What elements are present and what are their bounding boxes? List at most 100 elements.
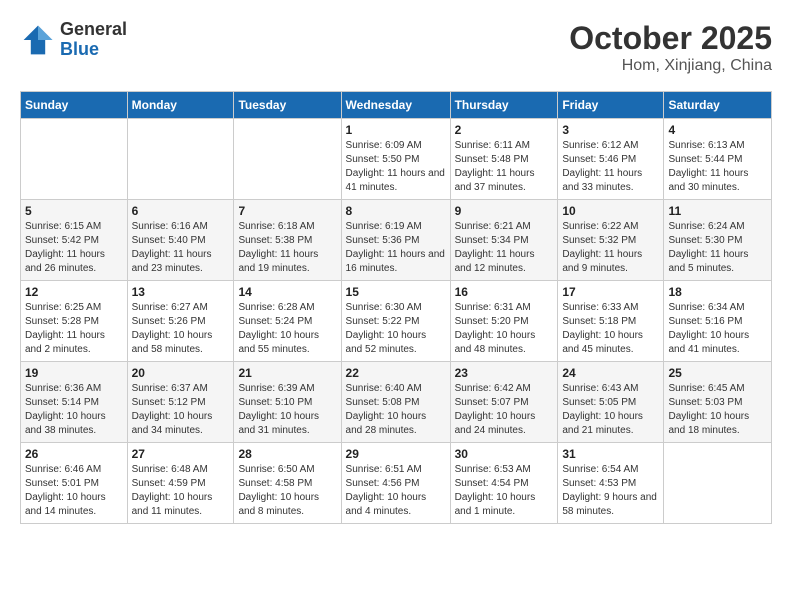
day-info: Sunrise: 6:18 AM Sunset: 5:38 PM Dayligh… [238,220,336,276]
logo-general-text: General [60,20,127,40]
day-info: Sunrise: 6:31 AM Sunset: 5:20 PM Dayligh… [455,301,554,357]
day-number: 13 [132,285,230,299]
calendar-cell: 6 Sunrise: 6:16 AM Sunset: 5:40 PM Daylig… [127,200,234,281]
day-number: 23 [455,366,554,380]
weekday-header-row: SundayMondayTuesdayWednesdayThursdayFrid… [21,92,772,119]
calendar-cell: 11 Sunrise: 6:24 AM Sunset: 5:30 PM Dayli… [664,200,772,281]
calendar-cell: 8 Sunrise: 6:19 AM Sunset: 5:36 PM Daylig… [341,200,450,281]
day-info: Sunrise: 6:37 AM Sunset: 5:12 PM Dayligh… [132,382,230,438]
calendar-cell: 20 Sunrise: 6:37 AM Sunset: 5:12 PM Dayli… [127,362,234,443]
day-number: 5 [25,204,123,218]
day-info: Sunrise: 6:24 AM Sunset: 5:30 PM Dayligh… [668,220,767,276]
calendar-cell [664,443,772,524]
day-number: 18 [668,285,767,299]
day-number: 1 [346,123,446,137]
weekday-header: Monday [127,92,234,119]
weekday-header: Tuesday [234,92,341,119]
calendar-cell: 12 Sunrise: 6:25 AM Sunset: 5:28 PM Dayli… [21,281,128,362]
calendar-cell: 2Sunrise: 6:11 AM Sunset: 5:48 PM Daylig… [450,119,558,200]
day-info: Sunrise: 6:48 AM Sunset: 4:59 PM Dayligh… [132,463,230,519]
day-info: Sunrise: 6:39 AM Sunset: 5:10 PM Dayligh… [238,382,336,438]
location-text: Hom, Xinjiang, China [569,57,772,75]
logo: General Blue [20,20,127,60]
calendar-cell: 25 Sunrise: 6:45 AM Sunset: 5:03 PM Dayli… [664,362,772,443]
weekday-header: Sunday [21,92,128,119]
weekday-header: Thursday [450,92,558,119]
logo-blue-text: Blue [60,40,127,60]
day-number: 31 [562,447,659,461]
calendar-cell: 15 Sunrise: 6:30 AM Sunset: 5:22 PM Dayli… [341,281,450,362]
calendar-cell: 18Sunrise: 6:34 AM Sunset: 5:16 PM Dayli… [664,281,772,362]
day-info: Sunrise: 6:22 AM Sunset: 5:32 PM Dayligh… [562,220,659,276]
calendar-cell [127,119,234,200]
day-info: Sunrise: 6:40 AM Sunset: 5:08 PM Dayligh… [346,382,446,438]
calendar-cell: 13 Sunrise: 6:27 AM Sunset: 5:26 PM Dayli… [127,281,234,362]
day-number: 7 [238,204,336,218]
calendar-cell: 10 Sunrise: 6:22 AM Sunset: 5:32 PM Dayli… [558,200,664,281]
day-info: Sunrise: 6:53 AM Sunset: 4:54 PM Dayligh… [455,463,554,519]
day-number: 27 [132,447,230,461]
weekday-header: Friday [558,92,664,119]
calendar-cell: 9 Sunrise: 6:21 AM Sunset: 5:34 PM Daylig… [450,200,558,281]
calendar-cell: 17 Sunrise: 6:33 AM Sunset: 5:18 PM Dayli… [558,281,664,362]
day-number: 19 [25,366,123,380]
day-number: 17 [562,285,659,299]
day-number: 11 [668,204,767,218]
page-header: General Blue October 2025 Hom, Xinjiang,… [20,20,772,75]
day-number: 14 [238,285,336,299]
day-info: Sunrise: 6:30 AM Sunset: 5:22 PM Dayligh… [346,301,446,357]
calendar-cell: 4Sunrise: 6:13 AM Sunset: 5:44 PM Daylig… [664,119,772,200]
day-number: 22 [346,366,446,380]
calendar-cell [234,119,341,200]
calendar-cell: 3Sunrise: 6:12 AM Sunset: 5:46 PM Daylig… [558,119,664,200]
day-number: 29 [346,447,446,461]
day-number: 12 [25,285,123,299]
calendar-cell: 14 Sunrise: 6:28 AM Sunset: 5:24 PM Dayli… [234,281,341,362]
calendar-cell: 16 Sunrise: 6:31 AM Sunset: 5:20 PM Dayli… [450,281,558,362]
calendar-table: SundayMondayTuesdayWednesdayThursdayFrid… [20,91,772,524]
day-info: Sunrise: 6:33 AM Sunset: 5:18 PM Dayligh… [562,301,659,357]
calendar-cell: 5 Sunrise: 6:15 AM Sunset: 5:42 PM Daylig… [21,200,128,281]
day-info: Sunrise: 6:25 AM Sunset: 5:28 PM Dayligh… [25,301,123,357]
calendar-cell: 30 Sunrise: 6:53 AM Sunset: 4:54 PM Dayli… [450,443,558,524]
calendar-cell: 28Sunrise: 6:50 AM Sunset: 4:58 PM Dayli… [234,443,341,524]
day-info: Sunrise: 6:19 AM Sunset: 5:36 PM Dayligh… [346,220,446,276]
day-number: 20 [132,366,230,380]
day-info: Sunrise: 6:27 AM Sunset: 5:26 PM Dayligh… [132,301,230,357]
day-info: Sunrise: 6:42 AM Sunset: 5:07 PM Dayligh… [455,382,554,438]
calendar-cell: 29 Sunrise: 6:51 AM Sunset: 4:56 PM Dayli… [341,443,450,524]
calendar-cell: 31 Sunrise: 6:54 AM Sunset: 4:53 PM Dayli… [558,443,664,524]
calendar-cell: 22 Sunrise: 6:40 AM Sunset: 5:08 PM Dayli… [341,362,450,443]
title-block: October 2025 Hom, Xinjiang, China [569,20,772,75]
day-number: 3 [562,123,659,137]
calendar-cell: 21 Sunrise: 6:39 AM Sunset: 5:10 PM Dayli… [234,362,341,443]
day-number: 9 [455,204,554,218]
calendar-cell: 7 Sunrise: 6:18 AM Sunset: 5:38 PM Daylig… [234,200,341,281]
calendar-week-row: 5 Sunrise: 6:15 AM Sunset: 5:42 PM Daylig… [21,200,772,281]
day-number: 24 [562,366,659,380]
day-info: Sunrise: 6:15 AM Sunset: 5:42 PM Dayligh… [25,220,123,276]
weekday-header: Saturday [664,92,772,119]
day-number: 21 [238,366,336,380]
day-number: 10 [562,204,659,218]
day-number: 16 [455,285,554,299]
day-number: 28 [238,447,336,461]
day-info: Sunrise: 6:51 AM Sunset: 4:56 PM Dayligh… [346,463,446,519]
calendar-week-row: 1Sunrise: 6:09 AM Sunset: 5:50 PM Daylig… [21,119,772,200]
day-number: 8 [346,204,446,218]
day-number: 15 [346,285,446,299]
calendar-cell: 27 Sunrise: 6:48 AM Sunset: 4:59 PM Dayli… [127,443,234,524]
day-number: 25 [668,366,767,380]
day-info: Sunrise: 6:45 AM Sunset: 5:03 PM Dayligh… [668,382,767,438]
day-info: Sunrise: 6:11 AM Sunset: 5:48 PM Dayligh… [455,139,554,195]
calendar-cell: 24 Sunrise: 6:43 AM Sunset: 5:05 PM Dayli… [558,362,664,443]
day-info: Sunrise: 6:21 AM Sunset: 5:34 PM Dayligh… [455,220,554,276]
day-info: Sunrise: 6:54 AM Sunset: 4:53 PM Dayligh… [562,463,659,519]
day-number: 30 [455,447,554,461]
day-number: 6 [132,204,230,218]
weekday-header: Wednesday [341,92,450,119]
calendar-week-row: 12 Sunrise: 6:25 AM Sunset: 5:28 PM Dayli… [21,281,772,362]
day-info: Sunrise: 6:16 AM Sunset: 5:40 PM Dayligh… [132,220,230,276]
day-info: Sunrise: 6:43 AM Sunset: 5:05 PM Dayligh… [562,382,659,438]
day-info: Sunrise: 6:28 AM Sunset: 5:24 PM Dayligh… [238,301,336,357]
